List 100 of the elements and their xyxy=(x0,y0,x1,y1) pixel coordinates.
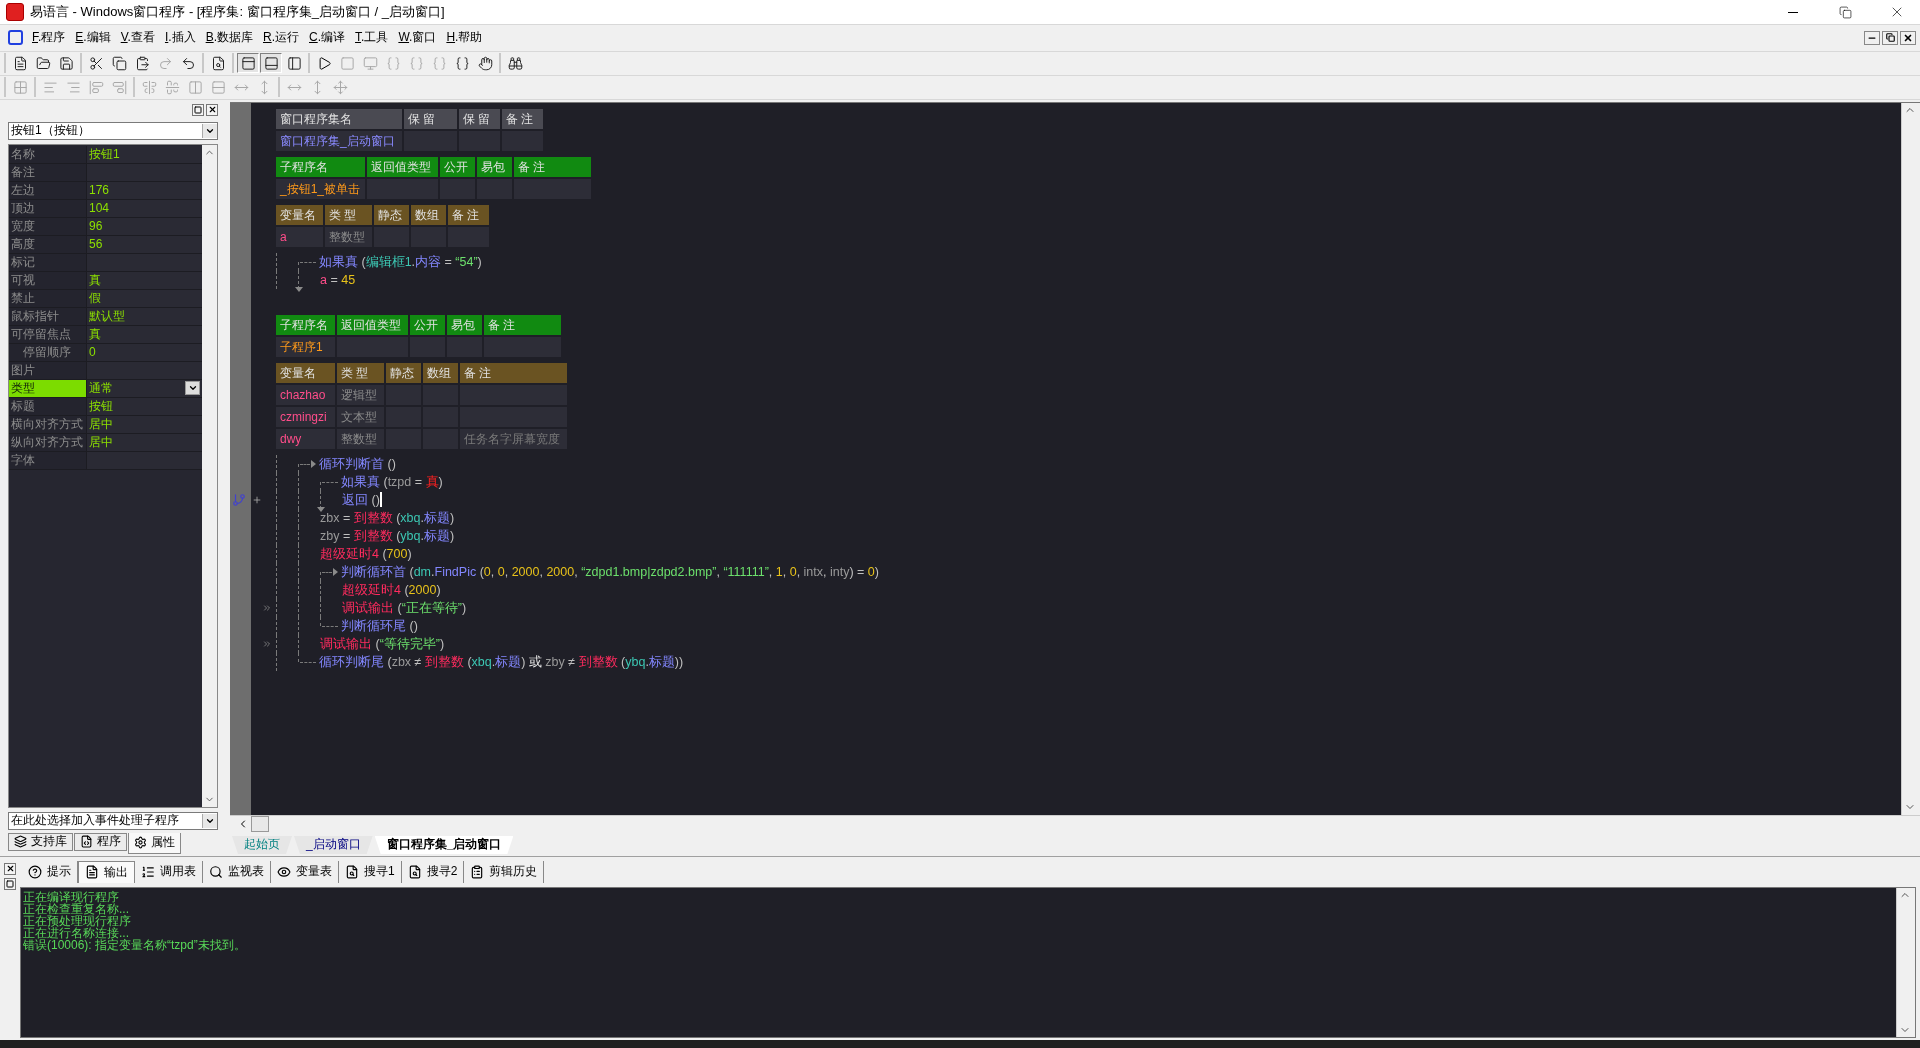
menu-item[interactable]: B.数据库 xyxy=(200,27,258,49)
float-button[interactable] xyxy=(4,877,16,890)
panel-tab[interactable]: 支持库 xyxy=(8,832,73,851)
app-icon xyxy=(6,3,24,21)
menu-item[interactable]: W.窗口 xyxy=(393,27,442,49)
output-line: 错误(10006): 指定变量名称“tzpd”未找到。 xyxy=(23,938,247,951)
toolbar-button[interactable] xyxy=(260,53,282,74)
spacing-icon xyxy=(187,79,203,95)
code-line: 超级延时4 (2000) xyxy=(342,581,441,599)
table-cell xyxy=(367,178,438,199)
minimize-button[interactable] xyxy=(1864,30,1880,45)
column-header: 变量名 xyxy=(276,204,323,225)
table-cell: 整数型 xyxy=(337,428,384,449)
table-cell: 整数型 xyxy=(325,226,372,247)
object-select[interactable]: 按钮1（按钮） xyxy=(8,121,218,140)
property-label[interactable]: 名称 xyxy=(9,145,86,163)
align-right-icon xyxy=(65,79,81,95)
column-header: 窗口程序集名 xyxy=(276,108,402,129)
menu-item[interactable]: E.编辑 xyxy=(70,27,116,49)
search-icon xyxy=(407,864,422,879)
menu-item[interactable]: H.帮助 xyxy=(441,27,488,49)
column-header: 数组 xyxy=(423,362,458,383)
column-header: 保 留 xyxy=(404,108,457,129)
column-header: 变量名 xyxy=(276,362,335,383)
column-header: 公开 xyxy=(440,156,475,177)
editor-tab[interactable]: 窗口程序集_启动窗口 xyxy=(374,835,514,854)
editor-tab[interactable]: _启动窗口 xyxy=(294,835,373,854)
restore-button[interactable] xyxy=(1882,30,1898,45)
table-cell: 文本型 xyxy=(337,406,384,427)
panel-tab[interactable]: 调用表 xyxy=(135,860,203,883)
close-button[interactable] xyxy=(206,103,218,116)
column-header: 返回值类型 xyxy=(337,314,408,335)
panel-tab[interactable]: 监视表 xyxy=(203,860,271,883)
column-header: 返回值类型 xyxy=(367,156,438,177)
code-line: 判断循环首 (dm.FindPic (0, 0, 2000, 2000, “zdpd1.bmp|zdpd2.bmp”, “111111”, 1, 0, intx, inty) = 0) xyxy=(341,563,879,581)
menu-item[interactable]: V.查看 xyxy=(115,27,160,49)
output-line: 正在预处理现行程序 xyxy=(23,914,132,927)
column-header: 易包 xyxy=(447,314,482,335)
panel-icon xyxy=(240,55,256,71)
play-icon xyxy=(316,55,332,71)
panel-tab[interactable]: 输出 xyxy=(78,860,135,883)
table-cell xyxy=(448,226,489,247)
panel-tab[interactable]: 剪辑历史 xyxy=(464,860,545,883)
close-button[interactable] xyxy=(1900,30,1916,45)
column-header: 类 型 xyxy=(325,204,372,225)
dropdown-button[interactable] xyxy=(185,381,200,396)
hand-icon xyxy=(477,55,493,71)
properties-icon xyxy=(134,836,147,850)
braces-icon xyxy=(408,55,424,71)
table-cell: a xyxy=(276,226,323,247)
menu-item[interactable]: T.工具 xyxy=(350,27,394,49)
plus-icon[interactable] xyxy=(252,494,262,505)
table-cell xyxy=(423,384,458,405)
table-cell: dwy xyxy=(276,428,335,449)
float-button[interactable] xyxy=(192,103,204,116)
column-header: 备 注 xyxy=(484,314,561,335)
scrollbar[interactable] xyxy=(202,144,217,807)
column-header: 保 留 xyxy=(459,108,500,129)
document-icon xyxy=(80,835,93,849)
scroll-thumb[interactable] xyxy=(251,815,269,832)
column-header: 数组 xyxy=(411,204,446,225)
books-icon xyxy=(14,835,27,849)
braces-icon xyxy=(454,55,470,71)
close-icon xyxy=(1903,32,1913,43)
folder-icon xyxy=(35,55,51,71)
editor-tab[interactable]: 起始页 xyxy=(232,835,292,854)
magnifier-icon xyxy=(209,864,223,879)
menu-item[interactable]: F.程序 xyxy=(27,27,71,49)
table-cell xyxy=(447,336,482,357)
event-select[interactable]: 在此处选择加入事件处理子程序 xyxy=(8,811,218,830)
panel-tab[interactable]: 变量表 xyxy=(271,860,339,883)
search-icon xyxy=(210,55,226,71)
window-title: 易语言 - Windows窗口程序 - [程序集: 窗口程序集_启动窗口 / _启动窗口] xyxy=(30,3,446,21)
close-button[interactable] xyxy=(4,862,16,875)
spacing-icon xyxy=(210,79,226,95)
output-line: 正在编译现行程序 xyxy=(23,890,120,903)
panel-tab[interactable]: 属性 xyxy=(128,832,181,854)
toolbar-button[interactable] xyxy=(237,53,259,74)
table-cell xyxy=(337,336,408,357)
column-header: 子程序名 xyxy=(276,314,335,335)
code-line: 调试输出 (“等待完毕”) xyxy=(320,635,445,653)
list-icon xyxy=(141,864,155,879)
panel-tab[interactable]: 搜寻1 xyxy=(339,860,402,883)
menu-item[interactable]: R.运行 xyxy=(258,27,304,49)
column-header: 备 注 xyxy=(448,204,489,225)
document-icon xyxy=(85,865,99,880)
table-cell: 逻辑型 xyxy=(337,384,384,405)
panel-tab[interactable]: 程序 xyxy=(74,832,127,851)
flowchart-icon[interactable] xyxy=(232,492,246,507)
column-header: 易包 xyxy=(477,156,512,177)
restore-icon xyxy=(1838,5,1852,19)
panel-tab[interactable]: 搜寻2 xyxy=(401,860,465,883)
menu-item[interactable]: C.编译 xyxy=(304,27,351,49)
scrollbar[interactable] xyxy=(1896,887,1915,1038)
menu-item[interactable]: I.插入 xyxy=(159,27,201,49)
table-cell xyxy=(404,130,457,151)
align-top-icon xyxy=(88,79,104,95)
close-icon xyxy=(5,864,15,874)
column-header: 备 注 xyxy=(502,108,543,129)
column-header: 公开 xyxy=(410,314,445,335)
